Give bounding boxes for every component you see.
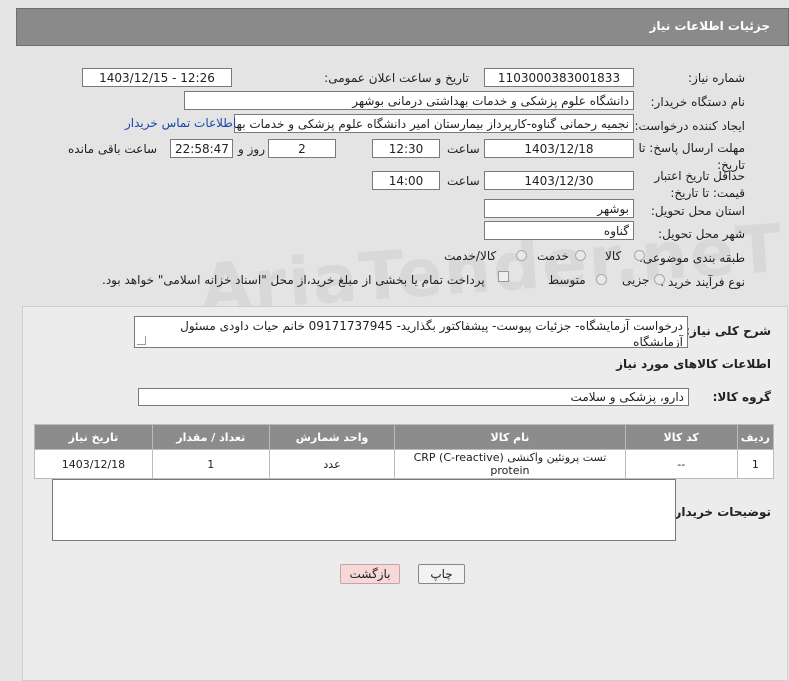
summary-label: شرح کلی نیاز: [685, 324, 771, 338]
cell-name: تست پروتئین واکنشی (CRP (C-reactive prot… [394, 449, 626, 479]
cell-date: 1403/12/18 [34, 449, 153, 479]
validity-time-field[interactable]: 14:00 [372, 171, 440, 190]
col-code: کد کالا [624, 424, 738, 450]
col-name: نام کالا [394, 424, 626, 450]
process-option-minor: جزیی [622, 273, 650, 287]
col-unit: واحد شمارش [268, 424, 396, 450]
page-header: جزئیات اطلاعات نیاز [16, 8, 789, 46]
process-radio-medium[interactable] [596, 274, 607, 285]
validity-date-field[interactable]: 1403/12/30 [484, 171, 634, 190]
category-radio-goods[interactable] [634, 250, 645, 261]
cell-unit: عدد [268, 449, 396, 479]
days-label: روز و [238, 142, 265, 156]
page-title: جزئیات اطلاعات نیاز [649, 19, 770, 33]
province-label: استان محل تحویل: [650, 204, 745, 218]
buyer-org-label: نام دستگاه خریدار: [650, 95, 746, 109]
col-qty: تعداد / مقدار [151, 424, 270, 450]
process-radio-minor[interactable] [654, 274, 665, 285]
buyer-notes-field[interactable] [52, 479, 676, 541]
validity-time-label: ساعت [447, 174, 480, 188]
cell-qty: 1 [151, 449, 270, 479]
goods-table: ردیف کد کالا نام کالا واحد شمارش تعداد /… [34, 424, 775, 479]
table-header-row: ردیف کد کالا نام کالا واحد شمارش تعداد /… [34, 424, 775, 450]
process-label: نوع فرآیند خرید : [660, 275, 745, 289]
announce-field[interactable]: 1403/12/15 - 12:26 [82, 68, 232, 87]
validity-label: حداقل تاریخ اعتبار قیمت: تا تاریخ: [654, 169, 745, 200]
creator-label: ایجاد کننده درخواست: [634, 119, 745, 133]
back-button[interactable]: بازگشت [340, 564, 400, 584]
buyer-contact-link[interactable]: اطلاعات تماس خریدار [125, 116, 236, 130]
category-radio-goods-service[interactable] [516, 250, 527, 261]
resize-handle-icon[interactable] [137, 336, 146, 345]
deadline-time-field[interactable]: 12:30 [372, 139, 440, 158]
goods-section-title: اطلاعات کالاهای مورد نیاز [616, 357, 771, 371]
goods-group-label: گروه کالا: [712, 390, 771, 404]
print-button[interactable]: چاپ [418, 564, 465, 584]
buyer-notes-label: توضیحات خریدار: [669, 505, 771, 519]
goods-group-field[interactable]: دارو، پزشکی و سلامت [138, 388, 689, 406]
need-number-field[interactable]: 1103000383001833 [484, 68, 634, 87]
col-date: تاریخ نیاز [34, 424, 153, 450]
province-field[interactable]: بوشهر [484, 199, 634, 218]
remaining-time-field[interactable]: 22:58:47 [170, 139, 233, 158]
announce-label: تاریخ و ساعت اعلان عمومی: [324, 71, 469, 85]
payment-note: پرداخت تمام یا بخشی از مبلغ خرید،از محل … [102, 273, 485, 287]
city-label: شهر محل تحویل: [658, 227, 745, 241]
category-option-service: خدمت [537, 249, 569, 263]
treasury-payment-checkbox[interactable] [498, 271, 509, 282]
buyer-org-field[interactable]: دانشگاه علوم پزشکی و خدمات بهداشتی درمان… [184, 91, 634, 110]
city-field[interactable]: گناوه [484, 221, 634, 240]
deadline-date-field[interactable]: 1403/12/18 [484, 139, 634, 158]
category-radio-service[interactable] [575, 250, 586, 261]
need-number-label: شماره نیاز: [688, 71, 745, 85]
remaining-label: ساعت باقی مانده [68, 142, 158, 156]
summary-field[interactable]: درخواست آزمایشگاه- جزئیات پیوست- پیشفاکت… [134, 316, 688, 348]
col-row: ردیف [736, 424, 775, 450]
category-label: طبقه بندی موضوعی: [638, 251, 745, 265]
category-option-goods-service: کالا/خدمت [444, 249, 497, 263]
creator-field[interactable]: نجمیه رحمانی گناوه-کارپرداز بیمارستان ام… [234, 114, 634, 133]
cell-code: -- [624, 449, 738, 479]
summary-text: درخواست آزمایشگاه- جزئیات پیوست- پیشفاکت… [180, 319, 683, 348]
process-option-medium: متوسط [548, 273, 586, 287]
days-field[interactable]: 2 [268, 139, 336, 158]
category-option-goods: کالا [605, 249, 622, 263]
cell-row: 1 [736, 449, 775, 479]
deadline-time-label: ساعت [447, 142, 480, 156]
table-row[interactable]: 1 -- تست پروتئین واکنشی (CRP (C-reactive… [34, 449, 775, 479]
